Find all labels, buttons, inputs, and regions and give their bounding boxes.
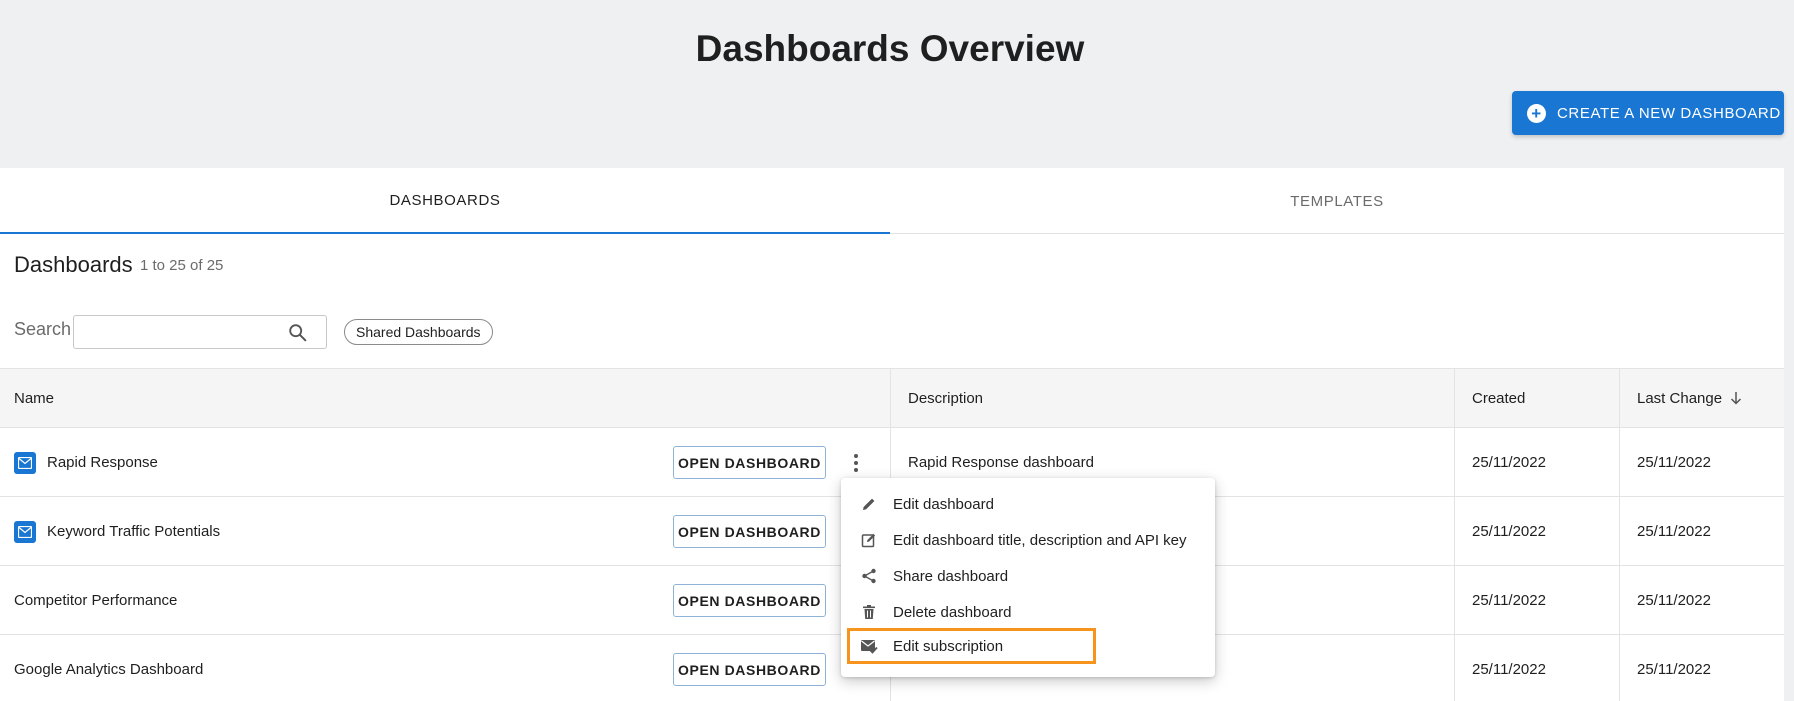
dashboard-name-cell[interactable]: Rapid Response [14,428,158,497]
mail-check-icon [859,636,879,656]
dashboard-context-menu: Edit dashboard Edit dashboard title, des… [841,478,1215,677]
dashboard-name-cell[interactable]: Google Analytics Dashboard [14,635,203,701]
search-icon[interactable] [287,322,309,344]
open-dashboard-button[interactable]: OPEN DASHBOARD [673,515,826,548]
last-change-date: 25/11/2022 [1637,454,1711,471]
pencil-icon [859,494,879,514]
table-header: Name Description Created Last Change [0,368,1784,428]
created-date: 25/11/2022 [1472,592,1546,609]
more-vertical-icon[interactable] [847,450,865,476]
dashboard-icon [14,451,36,474]
open-dashboard-button[interactable]: OPEN DASHBOARD [673,584,826,617]
search-input[interactable] [74,316,284,348]
trash-icon [859,602,879,622]
dashboard-name: Keyword Traffic Potentials [47,523,221,540]
open-dashboard-button[interactable]: OPEN DASHBOARD [673,446,826,479]
column-header-created[interactable]: Created [1472,369,1525,427]
created-date: 25/11/2022 [1472,523,1546,540]
edit-square-icon [859,530,879,550]
menu-item-label: Edit dashboard [893,495,994,513]
open-dashboard-button[interactable]: OPEN DASHBOARD [673,653,826,686]
dashboard-name: Google Analytics Dashboard [14,661,204,678]
column-header-name[interactable]: Name [14,369,54,427]
search-field [73,315,327,349]
tab-templates[interactable]: TEMPLATES [890,168,1784,234]
menu-item-edit-dashboard[interactable]: Edit dashboard [841,486,1215,522]
share-icon [859,566,879,586]
menu-item-label: Share dashboard [893,567,1009,585]
sort-arrow-down-icon [1731,392,1742,405]
dashboard-name: Competitor Performance [14,592,178,609]
shared-dashboards-chip[interactable]: Shared Dashboards [344,319,493,345]
last-change-date: 25/11/2022 [1637,523,1711,540]
result-count: 1 to 25 of 25 [140,257,224,274]
plus-circle-icon: + [1527,103,1546,123]
create-dashboard-label: CREATE A NEW DASHBOARD [1557,104,1781,122]
column-header-last-change-label: Last Change [1637,389,1723,407]
menu-item-share-dashboard[interactable]: Share dashboard [841,558,1215,594]
search-label: Search [14,319,72,339]
dashboard-name-cell[interactable]: Keyword Traffic Potentials [14,497,220,566]
menu-item-label: Delete dashboard [893,603,1012,621]
created-date: 25/11/2022 [1472,454,1546,471]
menu-item-label: Edit dashboard title, description and AP… [893,531,1187,549]
tab-bar: DASHBOARDS TEMPLATES [0,168,1784,234]
dashboard-name: Rapid Response [47,454,158,471]
menu-item-edit-subscription[interactable]: Edit subscription [847,628,1096,664]
last-change-date: 25/11/2022 [1637,661,1711,678]
create-dashboard-button[interactable]: + CREATE A NEW DASHBOARD [1512,91,1784,135]
menu-item-edit-title[interactable]: Edit dashboard title, description and AP… [841,522,1215,558]
column-header-description[interactable]: Description [908,369,983,427]
last-change-date: 25/11/2022 [1637,592,1711,609]
section-title: Dashboards [14,252,133,277]
menu-item-label: Edit subscription [893,637,1004,655]
page-title: Dashboards Overview [695,28,1085,69]
created-date: 25/11/2022 [1472,661,1546,678]
dashboard-name-cell[interactable]: Competitor Performance [14,566,177,635]
tab-dashboards[interactable]: DASHBOARDS [0,168,890,234]
menu-item-delete-dashboard[interactable]: Delete dashboard [841,594,1215,630]
column-header-last-change[interactable]: Last Change [1637,369,1744,427]
dashboard-icon [14,520,36,543]
